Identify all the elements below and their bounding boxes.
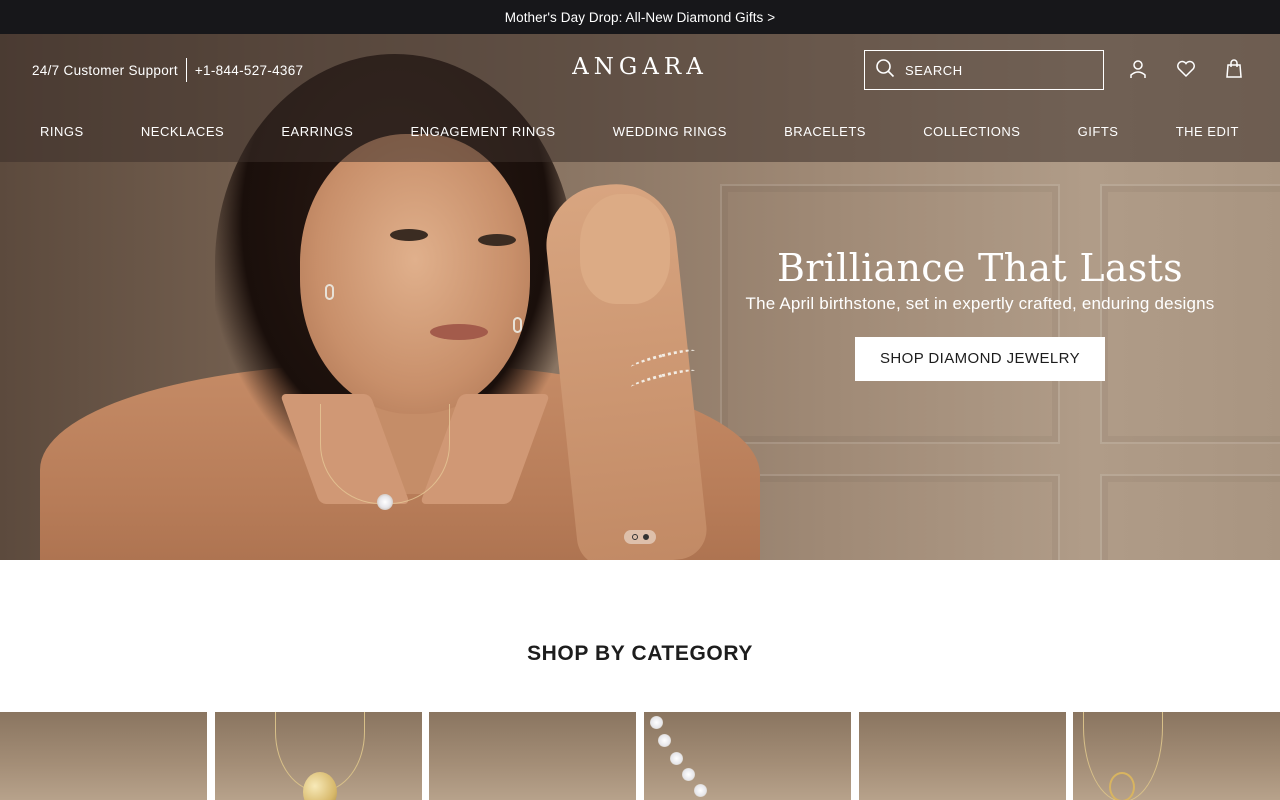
search-box[interactable] [864,50,1104,90]
nav-item-gifts[interactable]: GIFTS [1078,124,1119,139]
model-eye [390,229,428,241]
divider [185,58,187,82]
carousel-dot[interactable] [631,534,638,540]
support-label: 24/7 Customer Support [32,62,178,78]
gold-loop-pendant [1109,772,1135,800]
nav-item-bracelets[interactable]: BRACELETS [784,124,866,139]
category-tile[interactable] [215,712,422,800]
site-header: 24/7 Customer Support +1-844-527-4367 AN… [0,34,1280,162]
model-lips [430,324,488,340]
model-hand [580,194,670,304]
category-tile[interactable] [644,712,851,800]
diamond-stone [670,752,683,765]
hoop-earring [513,317,522,333]
announcement-link[interactable]: Mother's Day Drop: All-New Diamond Gifts… [505,10,776,25]
category-carousel [0,712,1280,800]
diamond-pendant [377,494,393,510]
hero-subtitle: The April birthstone, set in expertly cr… [745,294,1215,313]
search-input[interactable] [905,62,1085,78]
category-tile[interactable] [0,712,207,800]
main-nav: RINGS NECKLACES EARRINGS ENGAGEMENT RING… [0,124,1280,139]
customer-support: 24/7 Customer Support +1-844-527-4367 [32,58,303,82]
nav-item-earrings[interactable]: EARRINGS [281,124,353,139]
nav-item-rings[interactable]: RINGS [40,124,84,139]
header-icons [1128,58,1244,80]
heart-icon[interactable] [1176,58,1196,80]
model-face [300,134,530,414]
nav-item-engagement-rings[interactable]: ENGAGEMENT RINGS [411,124,556,139]
hero-copy: Brilliance That Lasts The April birthsto… [700,246,1260,381]
shop-diamond-jewelry-button[interactable]: SHOP DIAMOND JEWELRY [855,337,1105,381]
nav-item-necklaces[interactable]: NECKLACES [141,124,224,139]
category-tile[interactable] [429,712,636,800]
nav-item-collections[interactable]: COLLECTIONS [923,124,1020,139]
bag-icon[interactable] [1224,58,1244,80]
diamond-stone [682,768,695,781]
carousel-dot-active[interactable] [642,534,649,540]
nav-item-wedding-rings[interactable]: WEDDING RINGS [613,124,727,139]
hero-title: Brilliance That Lasts [777,246,1183,290]
shop-by-category-title: SHOP BY CATEGORY [527,642,753,665]
support-phone-link[interactable]: +1-844-527-4367 [195,63,303,78]
diamond-stone [650,716,663,729]
announcement-bar: Mother's Day Drop: All-New Diamond Gifts… [0,0,1280,34]
carousel-dots [624,530,656,544]
user-icon[interactable] [1128,58,1148,80]
diamond-stone [658,734,671,747]
diamond-stone [694,784,707,797]
hoop-earring [325,284,334,300]
wall-panel [1100,474,1280,560]
category-tile[interactable] [1073,712,1280,800]
model-eye [478,234,516,246]
search-icon[interactable] [875,58,895,83]
nav-item-the-edit[interactable]: THE EDIT [1176,124,1239,139]
category-tile[interactable] [859,712,1066,800]
site-logo[interactable]: ANGARA [540,54,740,80]
